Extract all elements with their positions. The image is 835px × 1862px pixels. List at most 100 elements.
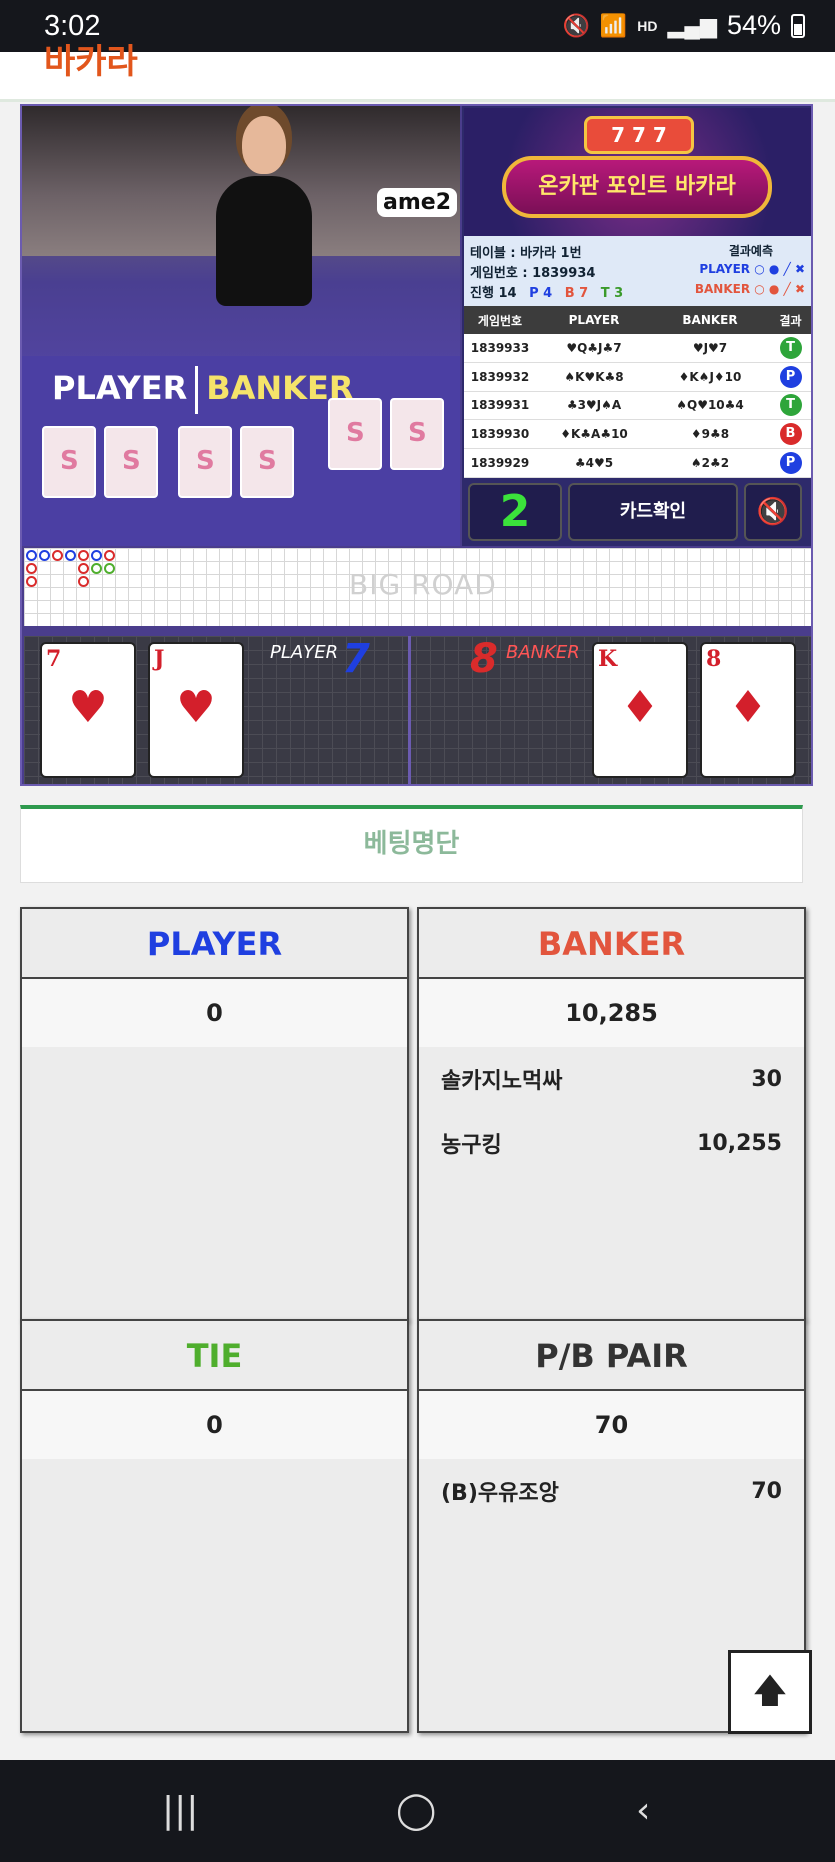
row-banker-cards: ♦9♣8 [690, 427, 730, 442]
list-item: 솔카지노먹싸 30 [419, 1047, 804, 1111]
road-dot [104, 563, 115, 574]
row-banker-cards: ♥J♥7 [692, 340, 728, 355]
status-icons: 🔇 📶 HD ▂▄▆ 54% [562, 10, 805, 41]
bet-amount: 70 [751, 1478, 782, 1504]
road-dot [26, 563, 37, 574]
game-info: 테이블 : 바카라 1번 게임번호 : 1839934 진행 14 P 4 B … [464, 236, 811, 306]
row-player-cards: ♦K♣A♣10 [560, 427, 628, 442]
banner-title: 온카판 포인트 바카라 [502, 156, 772, 218]
result-badge: P [779, 452, 802, 475]
dealt-card [328, 398, 382, 470]
list-item: 농구킹 10,255 [419, 1111, 804, 1175]
progress: 진행 14 P 4 B 7 T 3 [470, 282, 623, 301]
road-dot [91, 550, 102, 561]
player-card-2: J ♥ [148, 642, 244, 778]
tie-bets-panel: TIE 0 [20, 1319, 409, 1733]
progress-tie: T 3 [600, 286, 624, 301]
row-banker-cards: ♠2♣2 [690, 456, 730, 471]
dealt-card [240, 426, 294, 498]
home-icon[interactable]: ◯ [396, 1790, 436, 1831]
table-row: 1839929 ♣4♥5 ♠2♣2 P [464, 449, 811, 478]
promo-banner: 7 7 7 온카판 포인트 바카라 [464, 108, 811, 236]
player-score: 7 [342, 636, 370, 682]
row-banker-cards: ♠Q♥10♣4 [676, 398, 744, 413]
row-game-no: 1839930 [470, 427, 530, 442]
dealt-cards-area: 7 ♥ J ♥ PLAYER 7 8 BANKER K ♦ 8 ♦ [24, 636, 811, 784]
predict-player[interactable]: PLAYER ○ ● ╱ ✖ [699, 262, 805, 276]
table-row: 1839932 ♠K♥K♣8 ♦K♠J♦10 P [464, 363, 811, 392]
speaker-mute-icon[interactable]: 🔇 [744, 483, 802, 541]
card-check-button[interactable]: 카드확인 [568, 483, 738, 541]
battery-percent: 54% [726, 10, 781, 40]
system-nav-bar: ||| ◯ ‹ [0, 1760, 835, 1862]
results-table: 게임번호 PLAYER BANKER 결과 1839933 ♥Q♣J♣7 ♥J♥… [464, 306, 811, 478]
col-player: PLAYER [568, 313, 620, 327]
road-dot [78, 563, 89, 574]
banker-card-2: 8 ♦ [700, 642, 796, 778]
results-header: 게임번호 PLAYER BANKER 결과 [464, 306, 811, 334]
road-dot [78, 550, 89, 561]
row-game-no: 1839932 [470, 369, 530, 384]
road-dot [104, 550, 115, 561]
betting-list-title: 베팅명단 [20, 805, 803, 883]
row-banker-cards: ♦K♠J♦10 [678, 369, 742, 384]
banker-bets-panel: BANKER 10,285 솔카지노먹싸 30 농구킹 10,255 [417, 907, 806, 1321]
table-row: 1839930 ♦K♣A♣10 ♦9♣8 B [464, 420, 811, 450]
dealt-card [104, 426, 158, 498]
back-icon[interactable]: ‹ [636, 1790, 650, 1831]
progress-banker: B 7 [564, 286, 589, 301]
bet-amount: 30 [751, 1066, 782, 1092]
road-dot [26, 576, 37, 587]
table-name: 테이블 : 바카라 1번 [470, 246, 582, 261]
side-panel: 7 7 7 온카판 포인트 바카라 테이블 : 바카라 1번 게임번호 : 18… [462, 106, 811, 546]
progress-player: P 4 [529, 286, 553, 301]
road-dot [65, 550, 76, 561]
table-row: 1839931 ♣3♥J♠A ♠Q♥10♣4 T [464, 392, 811, 421]
table-tag: ame2 [377, 188, 457, 217]
game-controls: 2 카드확인 🔇 [464, 480, 811, 544]
slot-sign: 7 7 7 [584, 116, 694, 154]
dealer-figure [202, 116, 322, 316]
road-dot [52, 550, 63, 561]
row-player-cards: ♥Q♣J♣7 [566, 340, 622, 355]
result-badge: T [779, 336, 802, 359]
bettor-name: 솔카지노먹싸 [441, 1069, 563, 1094]
col-result: 결과 [779, 313, 802, 328]
row-game-no: 1839933 [470, 340, 530, 355]
big-road: BIG ROAD [24, 548, 811, 626]
banker-label: BANKER [506, 642, 580, 663]
recent-apps-icon[interactable]: ||| [162, 1790, 198, 1831]
list-item: (B)우유조앙 70 [419, 1459, 804, 1523]
battery-icon [791, 13, 805, 38]
game-panel: ame2 PLAYERBANKER 7 7 7 온카판 포인트 바카라 테이블 … [20, 104, 813, 786]
bettor-name: (B)우유조앙 [441, 1481, 559, 1506]
signal-icon: ▂▄▆ [667, 12, 717, 38]
hd-voice-icon: HD [637, 17, 658, 34]
table-row: 1839933 ♥Q♣J♣7 ♥J♥7 T [464, 334, 811, 363]
player-label: PLAYER [270, 642, 339, 663]
live-video[interactable]: ame2 PLAYER BANKER [22, 106, 460, 546]
tie-bets-total: 0 [22, 1391, 407, 1459]
player-bets-panel: PLAYER 0 [20, 907, 409, 1321]
scroll-top-button[interactable]: 🡅 [728, 1650, 812, 1734]
row-player-cards: ♣4♥5 [574, 456, 614, 471]
pair-bets-header: P/B PAIR [419, 1321, 804, 1391]
predict-banker[interactable]: BANKER ○ ● ╱ ✖ [695, 282, 805, 296]
road-dot [91, 563, 102, 574]
col-game-no: 게임번호 [477, 313, 523, 328]
dealt-card [390, 398, 444, 470]
round-count: 2 [468, 483, 562, 541]
pair-bets-total: 70 [419, 1391, 804, 1459]
row-game-no: 1839931 [470, 398, 530, 413]
player-card-1: 7 ♥ [40, 642, 136, 778]
mute-icon: 🔇 [562, 12, 590, 38]
road-dot [78, 576, 89, 587]
banker-bets-header: BANKER [419, 909, 804, 979]
page-header: 바카라 [0, 42, 835, 102]
tie-bets-header: TIE [22, 1321, 407, 1391]
result-badge: P [779, 365, 802, 388]
row-player-cards: ♣3♥J♠A [566, 398, 622, 413]
dealt-card [42, 426, 96, 498]
player-bets-header: PLAYER [22, 909, 407, 979]
banker-card-1: K ♦ [592, 642, 688, 778]
